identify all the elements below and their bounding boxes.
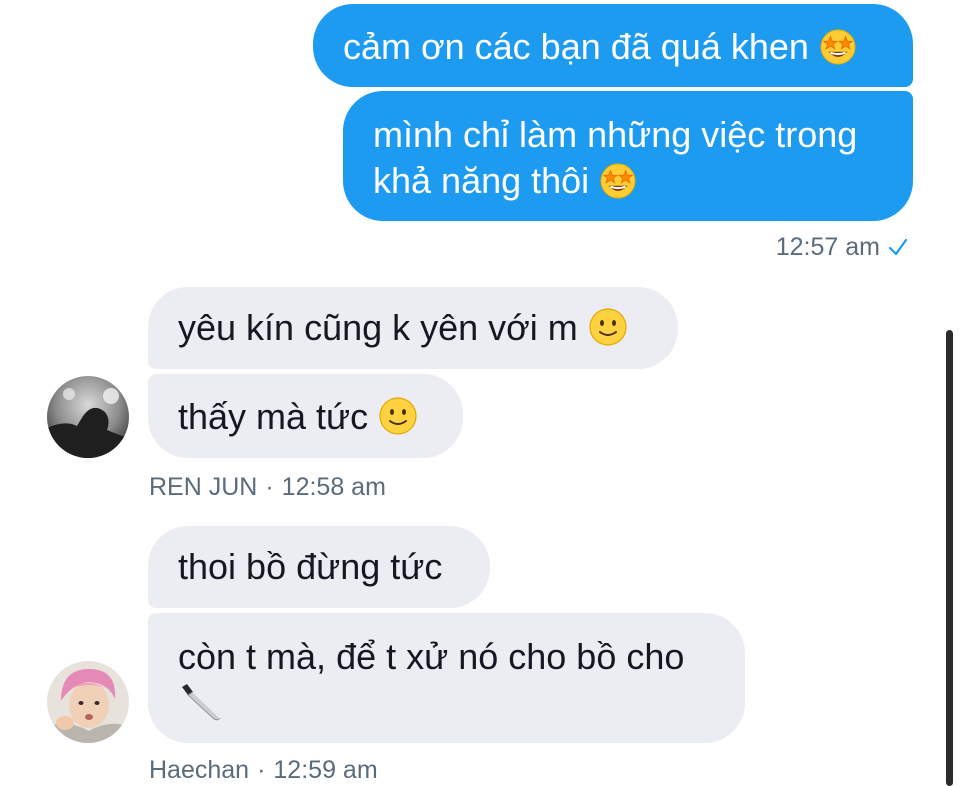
sender-meta: REN JUN · 12:58 am xyxy=(149,473,386,502)
avatar[interactable] xyxy=(47,376,129,458)
incoming-message[interactable]: thấy mà tức xyxy=(148,374,463,458)
timestamp-text: 12:59 am xyxy=(273,756,378,784)
timestamp-text: 12:58 am xyxy=(281,473,386,501)
message-text: cảm ơn các bạn đã quá khen xyxy=(343,26,809,67)
meta-separator: · xyxy=(257,756,266,784)
chat-thread[interactable]: cảm ơn các bạn đã quá khen mình chỉ làm … xyxy=(0,0,960,786)
avatar[interactable] xyxy=(47,661,129,743)
read-check-icon xyxy=(888,235,908,264)
slightly-smiling-emoji xyxy=(588,307,628,358)
incoming-message[interactable]: còn t mà, để t xử nó cho bồ cho xyxy=(148,613,745,743)
slightly-smiling-emoji xyxy=(378,396,418,447)
outgoing-message[interactable]: mình chỉ làm những việc trong khả năng t… xyxy=(343,91,913,221)
timestamp-text: 12:57 am xyxy=(775,233,880,261)
message-text-line: khả năng thôi xyxy=(373,160,590,201)
sender-meta: Haechan · 12:59 am xyxy=(149,756,378,785)
star-struck-emoji xyxy=(819,28,857,77)
incoming-message[interactable]: yêu kín cũng k yên với m xyxy=(148,287,678,369)
kitchen-knife-emoji xyxy=(178,682,224,733)
sender-name: Haechan xyxy=(149,756,250,784)
incoming-message[interactable]: thoi bồ đừng tức xyxy=(148,526,490,608)
message-text: còn t mà, để t xử nó cho bồ cho xyxy=(178,636,685,677)
outgoing-message[interactable]: cảm ơn các bạn đã quá khen xyxy=(313,4,913,87)
sender-name: REN JUN xyxy=(149,473,258,501)
message-text: yêu kín cũng k yên với m xyxy=(178,307,578,348)
message-text: thoi bồ đừng tức xyxy=(178,546,443,587)
star-struck-emoji xyxy=(599,162,637,211)
message-timestamp: 12:57 am xyxy=(776,233,908,264)
meta-separator: · xyxy=(265,473,274,501)
scrollbar[interactable] xyxy=(946,330,953,786)
message-text-line: mình chỉ làm những việc trong xyxy=(373,114,858,155)
message-text: thấy mà tức xyxy=(178,396,369,437)
